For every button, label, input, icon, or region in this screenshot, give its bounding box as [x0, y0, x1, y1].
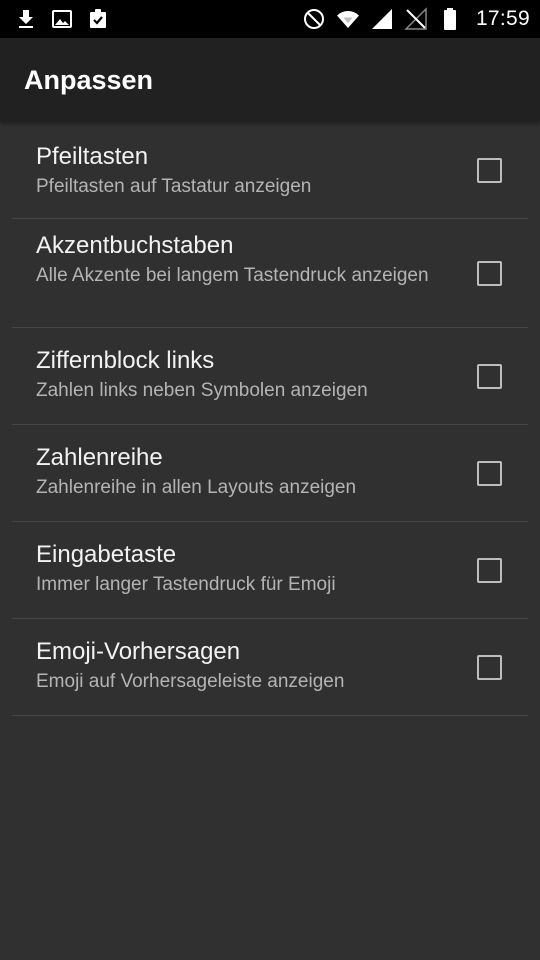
- do-not-disturb-icon: [303, 9, 324, 29]
- setting-summary: Zahlen links neben Symbolen anzeigen: [36, 380, 368, 401]
- setting-title: Zahlenreihe: [36, 444, 163, 471]
- setting-title: Emoji-Vorhersagen: [36, 638, 241, 665]
- setting-row-pfeiltasten[interactable]: Pfeiltasten Pfeiltasten auf Tastatur anz…: [12, 122, 528, 219]
- app-bar: Anpassen: [0, 38, 540, 122]
- setting-text: Akzentbuchstaben Alle Akzente bei langem…: [36, 231, 436, 288]
- checkbox-emoji-vorhersagen[interactable]: [477, 655, 502, 680]
- checkbox-eingabetaste[interactable]: [477, 558, 502, 583]
- setting-summary: Immer langer Tastendruck für Emoji: [36, 574, 336, 595]
- battery-icon: [443, 8, 456, 30]
- setting-row-eingabetaste[interactable]: Eingabetaste Immer langer Tastendruck fü…: [12, 522, 528, 619]
- page-title: Anpassen: [24, 65, 154, 95]
- image-icon: [52, 10, 72, 28]
- checkbox-zahlenreihe[interactable]: [477, 461, 502, 486]
- setting-text: Zahlenreihe Zahlenreihe in allen Layouts…: [36, 443, 436, 500]
- checkbox-pfeiltasten[interactable]: [477, 158, 502, 183]
- setting-text: Emoji-Vorhersagen Emoji auf Vorhersagele…: [36, 637, 436, 694]
- setting-summary: Emoji auf Vorhersageleiste anzeigen: [36, 671, 345, 692]
- setting-text: Ziffernblock links Zahlen links neben Sy…: [36, 346, 436, 403]
- setting-row-zahlenreihe[interactable]: Zahlenreihe Zahlenreihe in allen Layouts…: [12, 425, 528, 522]
- setting-summary: Alle Akzente bei langem Tastendruck anze…: [36, 265, 429, 286]
- setting-row-ziffernblock-links[interactable]: Ziffernblock links Zahlen links neben Sy…: [12, 328, 528, 425]
- download-icon: [19, 10, 33, 28]
- setting-summary: Zahlenreihe in allen Layouts anzeigen: [36, 477, 357, 498]
- signal-icon: [371, 9, 392, 29]
- setting-text: Eingabetaste Immer langer Tastendruck fü…: [36, 540, 436, 597]
- no-sim-icon: [404, 7, 427, 30]
- setting-summary: Pfeiltasten auf Tastatur anzeigen: [36, 176, 312, 197]
- status-bar: 17:59: [0, 0, 540, 38]
- setting-row-akzentbuchstaben[interactable]: Akzentbuchstaben Alle Akzente bei langem…: [12, 219, 528, 328]
- setting-row-emoji-vorhersagen[interactable]: Emoji-Vorhersagen Emoji auf Vorhersagele…: [12, 619, 528, 716]
- checkbox-ziffernblock-links[interactable]: [477, 364, 502, 389]
- setting-title: Ziffernblock links: [36, 347, 215, 374]
- wifi-icon: [336, 11, 359, 28]
- checkbox-akzentbuchstaben[interactable]: [477, 261, 502, 286]
- status-bar-system: 17:59: [302, 0, 530, 38]
- settings-list: Pfeiltasten Pfeiltasten auf Tastatur anz…: [0, 122, 540, 716]
- status-time: 17:59: [475, 7, 530, 30]
- setting-title: Akzentbuchstaben: [36, 232, 234, 259]
- setting-text: Pfeiltasten Pfeiltasten auf Tastatur anz…: [36, 142, 436, 199]
- setting-title: Eingabetaste: [36, 541, 177, 568]
- clipboard-check-icon: [90, 9, 106, 28]
- status-bar-notifications: [14, 0, 110, 38]
- setting-title: Pfeiltasten: [36, 143, 149, 170]
